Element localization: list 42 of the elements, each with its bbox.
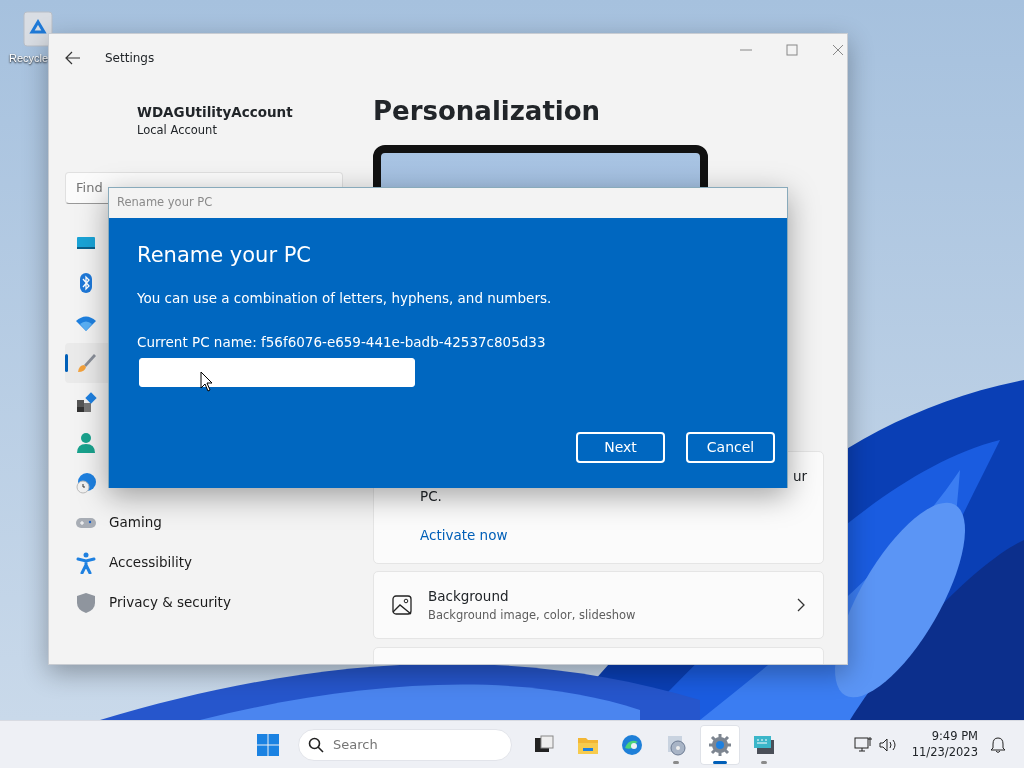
dialog-heading: Rename your PC <box>137 242 313 269</box>
mouse-cursor-icon <box>200 371 214 392</box>
chevron-icon <box>797 598 805 612</box>
window-title: Settings <box>105 50 155 67</box>
account-name: WDAGUtilityAccount <box>137 103 294 122</box>
disc-icon <box>665 733 687 756</box>
recycle-bin-icon[interactable] <box>20 10 56 48</box>
account-type: Local Account <box>137 122 218 140</box>
network-icon[interactable] <box>853 735 874 754</box>
card-subtitle: Background image, color, slideshow <box>428 606 637 624</box>
activate-link[interactable]: Activate now <box>420 524 508 545</box>
terminal-icon <box>753 733 775 756</box>
card-text: PC. <box>420 487 443 507</box>
clock[interactable]: 9:49 PM 11/23/2023 <box>911 729 978 760</box>
apps-icon[interactable] <box>75 391 97 414</box>
globe-clock-icon[interactable] <box>75 471 97 494</box>
search-icon <box>308 736 324 753</box>
browser-icon <box>621 733 643 756</box>
sidebar-item[interactable]: Gaming <box>65 502 343 543</box>
next-button[interactable]: Next <box>576 432 665 463</box>
notification-bell-icon[interactable] <box>990 735 1006 754</box>
shield-icon <box>75 591 97 614</box>
sidebar-item[interactable]: Accessibility <box>65 542 343 583</box>
background-settings-row[interactable]: Background Background image, color, slideshow <box>373 571 824 639</box>
accessibility-icon <box>75 551 97 574</box>
cancel-button[interactable]: Cancel <box>686 432 775 463</box>
windows-logo-icon <box>257 733 279 756</box>
gear-icon <box>709 733 731 756</box>
paintbrush-icon[interactable] <box>75 351 97 374</box>
image-icon <box>392 595 412 615</box>
card-text: ur <box>792 467 807 486</box>
back-icon[interactable] <box>65 51 81 65</box>
person-icon[interactable] <box>75 431 97 454</box>
card-title: Background <box>428 587 510 607</box>
dialog-title: Rename your PC <box>117 194 213 212</box>
taskbar-app-button[interactable] <box>700 724 740 765</box>
page-title: Personalization <box>373 95 602 128</box>
current-name-label: Current PC name: f56f6076-e659-441e-badb-42537c805d33 <box>137 332 547 352</box>
sidebar-item[interactable]: Privacy & security <box>65 582 343 623</box>
name-input-field[interactable] <box>139 358 415 387</box>
dialog-description: You can use a combination of letters, hyphens, and numbers. <box>137 288 553 308</box>
taskbar-search-field[interactable]: Search <box>298 728 512 761</box>
